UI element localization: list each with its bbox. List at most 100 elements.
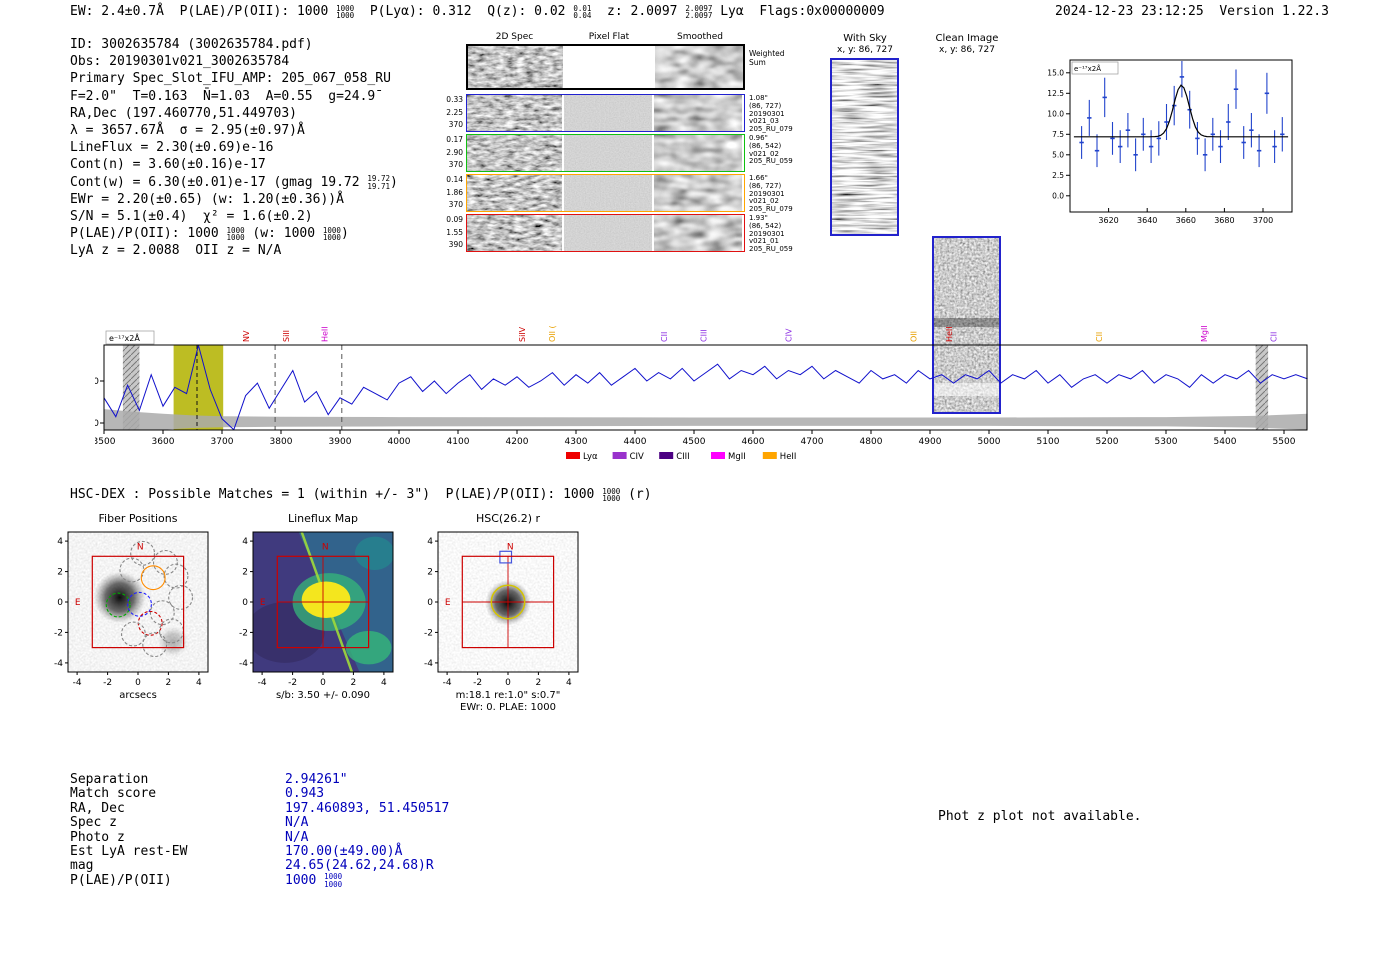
hsc-dex-line: HSC-DEX : Possible Matches = 1 (within +… xyxy=(70,486,652,503)
match-table-label: Photo z xyxy=(70,829,125,845)
match-table-label: Separation xyxy=(70,772,149,787)
east-label: E xyxy=(445,598,451,608)
fiber-smoothed-image xyxy=(654,175,742,211)
fiber-row-meta: 0.96" (86, 542) v021_02 205_RU_059 xyxy=(749,134,793,166)
match-table-value: 24.65(24.62,24.68)R xyxy=(285,858,434,874)
match-table-value: 170.00(±49.00)Å xyxy=(285,843,403,859)
fiber-2dspec-image xyxy=(467,95,562,131)
x-tick-label: 5000 xyxy=(978,437,1001,447)
north-label: N xyxy=(322,543,329,553)
spectral-line-label: OII xyxy=(910,331,919,342)
x-tick-label: 4500 xyxy=(683,437,706,447)
withsky-coords: x, y: 86, 727 xyxy=(837,45,893,55)
legend-label: HeII xyxy=(780,452,797,462)
y-tick-label: 10.0 xyxy=(1047,109,1064,118)
cleanimage-coords: x, y: 86, 727 xyxy=(939,45,995,55)
noise-image xyxy=(564,215,652,251)
stacked-fraction: 1000 1000 xyxy=(602,486,621,503)
y-tick-label: 0 xyxy=(427,598,433,608)
y-tick-label: -2 xyxy=(54,628,63,638)
fiber-row-meta: 1.08" (86, 727) 20190301 v021_03 205_RU_079 xyxy=(749,94,793,134)
legend-swatch xyxy=(612,452,627,459)
match-table-row: Est LyA rest-EW 170.00(±49.00)Å xyxy=(70,843,449,859)
fiber-2dspec-image xyxy=(467,215,562,251)
info-line: EWr = 2.20(±0.65) (w: 1.20(±0.36))Å xyxy=(70,191,344,207)
stacked-fraction: 0.01 0.04 xyxy=(573,3,592,20)
match-table-value: 2.94261" xyxy=(285,772,348,787)
match-table-value: 0.943 xyxy=(285,786,325,802)
info-line: Obs: 20190301v021_3002635784 xyxy=(70,54,290,70)
x-tick-label: -4 xyxy=(73,678,82,688)
spectral-line-label: SiIV xyxy=(518,326,527,342)
match-table-value: 197.460893, 51.450517 xyxy=(285,800,450,816)
info-line: Cont(w) = 6.30(±0.01)e-17 (gmag 19.72 19… xyxy=(70,174,398,191)
cutout-title: HSC(26.2) r xyxy=(476,512,541,525)
fiber-smoothed-image xyxy=(654,215,742,251)
x-tick-label: 4300 xyxy=(565,437,588,447)
y-tick-label: 10 xyxy=(95,377,99,387)
x-tick-label: 2 xyxy=(166,678,172,688)
col-header-pixelflat: Pixel Flat xyxy=(588,32,630,42)
noise-image xyxy=(564,95,652,131)
stacked-fraction: 1000 1000 xyxy=(336,3,355,20)
match-table-label: mag xyxy=(70,858,94,874)
spec2d-fiber-row xyxy=(466,214,745,252)
spectral-line-label: CII xyxy=(1270,332,1279,342)
fiber-2dspec-image xyxy=(467,135,562,171)
fiber-smoothed-image xyxy=(654,95,742,131)
match-table-row: P(LAE)/P(OII) 1000 1000 1000 xyxy=(70,872,449,889)
info-line: F=2.0" T=0.163 N̄=1.03 A=0.55 g=24.9̄ xyxy=(70,88,376,104)
x-tick-label: 0 xyxy=(505,678,511,688)
cutout-caption: EWr: 0. PLAE: 1000 xyxy=(460,702,556,713)
noise-image xyxy=(467,175,562,211)
noise-image xyxy=(654,175,742,211)
stacked-fraction: 1000 1000 xyxy=(324,872,343,889)
noise-image xyxy=(467,215,562,251)
withsky-image xyxy=(830,58,899,236)
stacked-fraction: 1000 1000 xyxy=(226,225,245,243)
noise-image xyxy=(564,135,652,171)
match-table-label: Est LyA rest-EW xyxy=(70,843,188,859)
y-tick-label: 4 xyxy=(427,537,433,547)
y-tick-label: 2 xyxy=(242,568,248,578)
noise-image xyxy=(654,135,742,171)
cutout-caption: s/b: 3.50 +/- 0.090 xyxy=(276,690,370,701)
y-tick-label: 4 xyxy=(57,537,63,547)
line-fit-svg: 0.0 2.5 5.0 7.5 10.0 12.5 15.0 3620 3640 3660 3680… xyxy=(1047,59,1293,225)
fiber-2dspec-image xyxy=(467,175,562,211)
cutout-title: Lineflux Map xyxy=(288,512,358,525)
x-tick-label: 3620 xyxy=(1098,216,1118,225)
fiber-pixelflat-image xyxy=(564,95,652,131)
fiber-row-weights: 0.17 2.90 370 xyxy=(446,135,463,170)
x-tick-label: 4100 xyxy=(447,437,470,447)
noise-image xyxy=(654,215,742,251)
fiber-positions-panel: Fiber Positions N E -4 -4 -2 -2 0 0 2 2 4 4 arcsecs xyxy=(36,508,221,722)
y-tick-label: 2 xyxy=(57,568,63,578)
spectral-line-label: NV xyxy=(242,330,251,342)
cutout-hsc-svg: HSC(26.2) r N E -4 -4 -2 -2 0 0 2 2 4 4 m:18.1 re:1.0… xyxy=(424,512,579,713)
source-info-block: ID: 3002635784 (3002635784.pdf) Obs: 2019… xyxy=(70,36,398,260)
match-table-label: Spec z xyxy=(70,815,117,831)
match-table: Separation 2.94261" Match score 0.943 RA, De… xyxy=(70,772,450,889)
x-tick-label: 3600 xyxy=(152,437,175,447)
info-line: λ = 3657.67Å σ = 2.95(±0.97)Å xyxy=(70,123,305,139)
noise-image xyxy=(654,95,742,131)
legend-label: CIV xyxy=(630,452,644,462)
north-label: N xyxy=(507,543,514,553)
spectral-line-label: CII xyxy=(1095,332,1104,342)
match-table-row: mag 24.65(24.62,24.68)R xyxy=(70,858,449,874)
noise-image xyxy=(467,95,562,131)
report-root: EW: 2.4±0.7Å P(LAE)/P(OII): 1000 1000 100… xyxy=(0,0,1400,888)
fiber-pixelflat-image xyxy=(564,215,652,251)
y-tick-label: 2.5 xyxy=(1052,171,1064,180)
x-tick-label: 4800 xyxy=(860,437,883,447)
match-table-value: 1000 1000 1000 xyxy=(285,872,343,889)
x-tick-label: -4 xyxy=(258,678,267,688)
spectral-line-label: OII ( xyxy=(548,325,557,342)
col-header-smoothed: Smoothed xyxy=(677,32,723,42)
match-table-label: P(LAE)/P(OII) xyxy=(70,872,172,888)
x-tick-label: 4200 xyxy=(506,437,529,447)
header-datetime-version: 2024-12-23 23:12:25 Version 1.22.3 xyxy=(1055,4,1329,19)
info-line: Primary Spec_Slot_IFU_AMP: 205_067_058_R… xyxy=(70,71,391,87)
y-tick-label: 0 xyxy=(57,598,63,608)
